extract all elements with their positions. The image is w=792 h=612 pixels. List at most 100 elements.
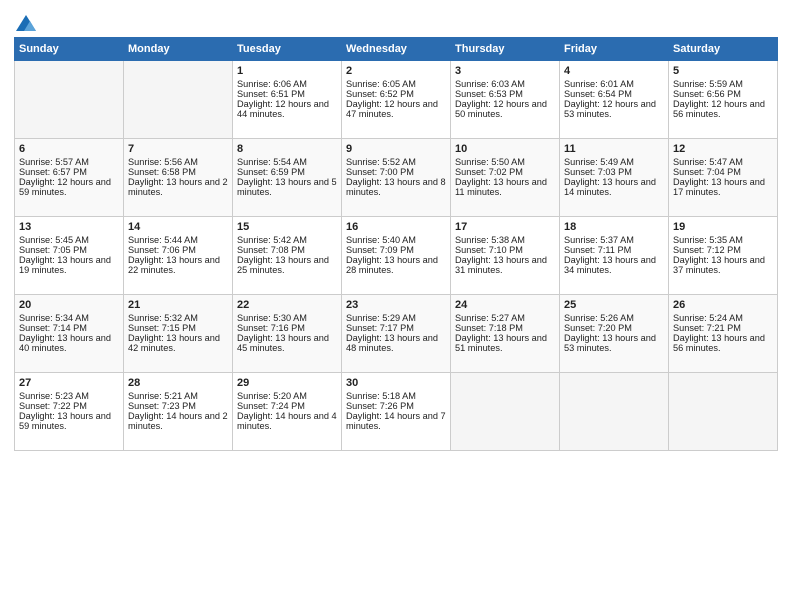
sunrise-text: Sunrise: 6:05 AM [346, 79, 446, 89]
day-number: 2 [346, 65, 446, 77]
day-number: 14 [128, 221, 228, 233]
sunset-text: Sunset: 7:16 PM [237, 323, 337, 333]
calendar-cell: 16Sunrise: 5:40 AMSunset: 7:09 PMDayligh… [342, 217, 451, 295]
weekday-header-sunday: Sunday [15, 38, 124, 61]
sunset-text: Sunset: 7:11 PM [564, 245, 664, 255]
sunrise-text: Sunrise: 5:21 AM [128, 391, 228, 401]
sunrise-text: Sunrise: 5:42 AM [237, 235, 337, 245]
sunrise-text: Sunrise: 5:54 AM [237, 157, 337, 167]
sunrise-text: Sunrise: 6:01 AM [564, 79, 664, 89]
calendar-cell: 21Sunrise: 5:32 AMSunset: 7:15 PMDayligh… [124, 295, 233, 373]
sunrise-text: Sunrise: 5:50 AM [455, 157, 555, 167]
weekday-header-tuesday: Tuesday [233, 38, 342, 61]
day-number: 21 [128, 299, 228, 311]
calendar-cell [15, 61, 124, 139]
sunrise-text: Sunrise: 6:03 AM [455, 79, 555, 89]
day-number: 19 [673, 221, 773, 233]
sunset-text: Sunset: 7:17 PM [346, 323, 446, 333]
daylight-text: Daylight: 13 hours and 51 minutes. [455, 333, 555, 353]
sunrise-text: Sunrise: 6:06 AM [237, 79, 337, 89]
daylight-text: Daylight: 13 hours and 11 minutes. [455, 177, 555, 197]
daylight-text: Daylight: 12 hours and 56 minutes. [673, 99, 773, 119]
sunset-text: Sunset: 7:09 PM [346, 245, 446, 255]
sunset-text: Sunset: 6:57 PM [19, 167, 119, 177]
sunrise-text: Sunrise: 5:44 AM [128, 235, 228, 245]
day-number: 17 [455, 221, 555, 233]
day-number: 26 [673, 299, 773, 311]
day-number: 8 [237, 143, 337, 155]
daylight-text: Daylight: 13 hours and 31 minutes. [455, 255, 555, 275]
daylight-text: Daylight: 14 hours and 4 minutes. [237, 411, 337, 431]
daylight-text: Daylight: 12 hours and 50 minutes. [455, 99, 555, 119]
daylight-text: Daylight: 12 hours and 47 minutes. [346, 99, 446, 119]
sunset-text: Sunset: 7:10 PM [455, 245, 555, 255]
sunset-text: Sunset: 7:12 PM [673, 245, 773, 255]
daylight-text: Daylight: 12 hours and 59 minutes. [19, 177, 119, 197]
day-number: 29 [237, 377, 337, 389]
sunrise-text: Sunrise: 5:30 AM [237, 313, 337, 323]
sunrise-text: Sunrise: 5:26 AM [564, 313, 664, 323]
sunset-text: Sunset: 7:21 PM [673, 323, 773, 333]
daylight-text: Daylight: 13 hours and 56 minutes. [673, 333, 773, 353]
sunrise-text: Sunrise: 5:40 AM [346, 235, 446, 245]
calendar-cell: 19Sunrise: 5:35 AMSunset: 7:12 PMDayligh… [669, 217, 778, 295]
sunset-text: Sunset: 7:00 PM [346, 167, 446, 177]
week-row-2: 6Sunrise: 5:57 AMSunset: 6:57 PMDaylight… [15, 139, 778, 217]
sunrise-text: Sunrise: 5:20 AM [237, 391, 337, 401]
sunrise-text: Sunrise: 5:18 AM [346, 391, 446, 401]
sunrise-text: Sunrise: 5:29 AM [346, 313, 446, 323]
calendar-cell: 22Sunrise: 5:30 AMSunset: 7:16 PMDayligh… [233, 295, 342, 373]
calendar-cell: 3 Sunrise: 6:03 AMSunset: 6:53 PMDaylight… [451, 61, 560, 139]
daylight-text: Daylight: 13 hours and 5 minutes. [237, 177, 337, 197]
calendar-cell: 18Sunrise: 5:37 AMSunset: 7:11 PMDayligh… [560, 217, 669, 295]
calendar-cell [451, 373, 560, 451]
day-number: 13 [19, 221, 119, 233]
calendar-cell: 11Sunrise: 5:49 AMSunset: 7:03 PMDayligh… [560, 139, 669, 217]
sunset-text: Sunset: 7:18 PM [455, 323, 555, 333]
calendar-cell: 7Sunrise: 5:56 AMSunset: 6:58 PMDaylight… [124, 139, 233, 217]
sunrise-text: Sunrise: 5:38 AM [455, 235, 555, 245]
sunset-text: Sunset: 7:08 PM [237, 245, 337, 255]
calendar-cell: 5Sunrise: 5:59 AMSunset: 6:56 PMDaylight… [669, 61, 778, 139]
calendar-cell: 23Sunrise: 5:29 AMSunset: 7:17 PMDayligh… [342, 295, 451, 373]
sunrise-text: Sunrise: 5:47 AM [673, 157, 773, 167]
daylight-text: Daylight: 13 hours and 53 minutes. [564, 333, 664, 353]
sunrise-text: Sunrise: 5:59 AM [673, 79, 773, 89]
calendar-cell: 26Sunrise: 5:24 AMSunset: 7:21 PMDayligh… [669, 295, 778, 373]
sunset-text: Sunset: 6:53 PM [455, 89, 555, 99]
sunset-text: Sunset: 7:05 PM [19, 245, 119, 255]
day-number: 27 [19, 377, 119, 389]
day-number: 23 [346, 299, 446, 311]
sunrise-text: Sunrise: 5:35 AM [673, 235, 773, 245]
daylight-text: Daylight: 13 hours and 2 minutes. [128, 177, 228, 197]
sunrise-text: Sunrise: 5:45 AM [19, 235, 119, 245]
day-number: 10 [455, 143, 555, 155]
sunset-text: Sunset: 6:59 PM [237, 167, 337, 177]
daylight-text: Daylight: 13 hours and 14 minutes. [564, 177, 664, 197]
day-number: 20 [19, 299, 119, 311]
calendar-cell: 12Sunrise: 5:47 AMSunset: 7:04 PMDayligh… [669, 139, 778, 217]
sunset-text: Sunset: 7:03 PM [564, 167, 664, 177]
day-number: 4 [564, 65, 664, 77]
daylight-text: Daylight: 13 hours and 59 minutes. [19, 411, 119, 431]
weekday-header-saturday: Saturday [669, 38, 778, 61]
calendar-cell: 27Sunrise: 5:23 AMSunset: 7:22 PMDayligh… [15, 373, 124, 451]
day-number: 28 [128, 377, 228, 389]
calendar-cell [560, 373, 669, 451]
sunset-text: Sunset: 7:23 PM [128, 401, 228, 411]
day-number: 6 [19, 143, 119, 155]
day-number: 3 [455, 65, 555, 77]
sunset-text: Sunset: 6:52 PM [346, 89, 446, 99]
day-number: 25 [564, 299, 664, 311]
daylight-text: Daylight: 13 hours and 22 minutes. [128, 255, 228, 275]
day-number: 16 [346, 221, 446, 233]
sunset-text: Sunset: 7:04 PM [673, 167, 773, 177]
sunset-text: Sunset: 6:58 PM [128, 167, 228, 177]
daylight-text: Daylight: 12 hours and 53 minutes. [564, 99, 664, 119]
calendar-cell [669, 373, 778, 451]
daylight-text: Daylight: 13 hours and 45 minutes. [237, 333, 337, 353]
daylight-text: Daylight: 14 hours and 2 minutes. [128, 411, 228, 431]
calendar-table: SundayMondayTuesdayWednesdayThursdayFrid… [14, 37, 778, 451]
sunset-text: Sunset: 7:02 PM [455, 167, 555, 177]
calendar-cell [124, 61, 233, 139]
